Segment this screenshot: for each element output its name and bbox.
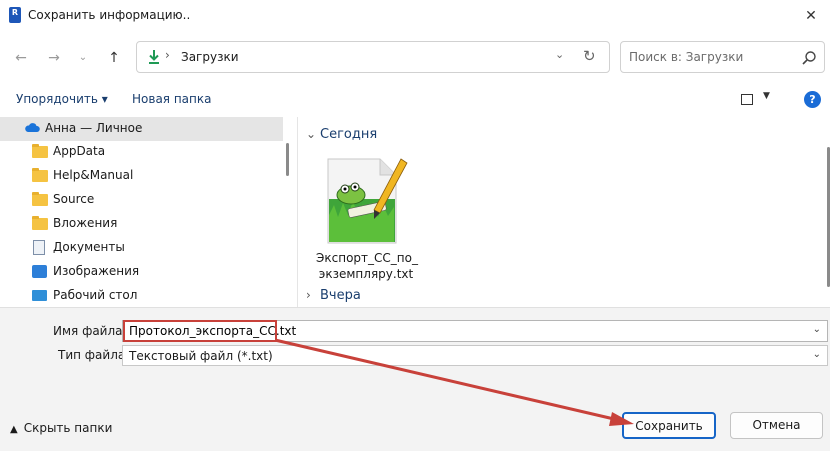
sidebar-item-label: Изображения (53, 264, 140, 278)
app-icon: R (9, 7, 21, 23)
filetype-value: Текстовый файл (*.txt) (129, 349, 273, 363)
back-arrow-icon[interactable]: ← (10, 47, 32, 69)
search-icon (802, 51, 816, 65)
sidebar-item-source[interactable]: Source (0, 188, 283, 212)
notepad-plus-plus-icon (327, 158, 408, 244)
window-title: Сохранить информацию.. (28, 8, 191, 22)
documents-icon (33, 240, 45, 255)
organize-button[interactable]: Упорядочить ▾ (16, 92, 108, 106)
save-options-panel: Имя файла: Протокол_экспорта_CC.txt ⌄ Ти… (0, 307, 830, 451)
command-toolbar: Упорядочить ▾ Новая папка ▼ ? (0, 82, 830, 118)
desktop-icon (32, 290, 47, 301)
file-name-line: Экспорт_CC_по_ (316, 251, 418, 265)
sidebar-item-attachments[interactable]: Вложения (0, 212, 283, 236)
sidebar-item-label: Рабочий стол (53, 288, 138, 302)
chevron-down-icon[interactable]: ⌄ (813, 349, 821, 360)
download-icon (149, 50, 159, 64)
hide-folders-button[interactable]: ▲ Скрыть папки (10, 421, 112, 435)
help-icon[interactable]: ? (804, 91, 821, 108)
chevron-right-icon: › (306, 288, 311, 302)
close-icon[interactable]: ✕ (796, 4, 826, 28)
file-name: Экспорт_CC_по_ экземпляру.txt (316, 250, 418, 282)
address-dropdown-icon[interactable]: ⌄ (555, 48, 564, 61)
up-arrow-icon[interactable]: ↑ (103, 47, 125, 69)
folder-icon (32, 168, 48, 182)
filename-label: Имя файла: (53, 324, 127, 338)
search-input[interactable]: Поиск в: Загрузки (620, 41, 825, 73)
sidebar-item-label: Анна — Личное (45, 121, 143, 135)
address-bar[interactable]: › Загрузки ⌄ ↻ (136, 41, 610, 73)
file-item[interactable]: Экспорт_CC_по_ экземпляру.txt (316, 151, 418, 282)
sidebar-item-pictures[interactable]: Изображения (0, 260, 283, 284)
folder-icon (32, 216, 48, 230)
group-header-label: Сегодня (320, 127, 378, 142)
cancel-button[interactable]: Отмена (730, 412, 823, 439)
cloud-icon (25, 123, 40, 132)
new-folder-button[interactable]: Новая папка (132, 92, 211, 106)
filename-annotation-box (123, 320, 277, 342)
sidebar-item-desktop[interactable]: Рабочий стол (0, 284, 283, 307)
search-placeholder: Поиск в: Загрузки (629, 50, 744, 64)
hide-folders-label: Скрыть папки (23, 421, 113, 435)
filetype-select[interactable]: Текстовый файл (*.txt) ⌄ (122, 345, 828, 366)
breadcrumb-downloads[interactable]: Загрузки (181, 50, 239, 64)
sidebar-item-onedrive[interactable]: Анна — Личное (0, 117, 283, 141)
recent-chevron-icon[interactable]: ⌄ (72, 47, 94, 69)
folder-icon (32, 144, 48, 158)
group-header-label: Вчера (320, 288, 361, 303)
sidebar-item-label: Вложения (53, 216, 118, 230)
refresh-icon[interactable]: ↻ (583, 47, 596, 65)
save-button[interactable]: Сохранить (622, 412, 716, 439)
group-header-yesterday[interactable]: › Вчера (306, 288, 361, 303)
pictures-icon (32, 265, 47, 278)
sidebar-item-label: AppData (53, 144, 106, 158)
navigation-bar: ← → ⌄ ↑ › Загрузки ⌄ ↻ Поиск в: Загрузки (0, 32, 830, 82)
chevron-up-icon: ▲ (10, 424, 18, 435)
sidebar-item-label: Source (53, 192, 95, 206)
breadcrumb-separator-icon: › (165, 48, 170, 62)
sidebar-item-appdata[interactable]: AppData (0, 140, 283, 164)
chevron-down-icon[interactable]: ⌄ (813, 324, 821, 335)
file-list: ⌄ Сегодня Экспорт_CC_по_ экземпляру.txt ›… (298, 117, 830, 307)
file-name-line: экземпляру.txt (318, 267, 414, 281)
title-bar: R Сохранить информацию.. ✕ (0, 0, 830, 32)
view-mode-icon[interactable] (741, 94, 753, 105)
forward-arrow-icon[interactable]: → (43, 47, 65, 69)
sidebar-item-documents[interactable]: Документы (0, 236, 283, 260)
group-header-today[interactable]: ⌄ Сегодня (306, 127, 377, 142)
sidebar-item-label: Документы (53, 240, 125, 254)
view-dropdown-icon[interactable]: ▼ (763, 91, 770, 101)
folder-icon (32, 192, 48, 206)
sidebar-item-label: Help&Manual (53, 168, 134, 182)
navigation-pane: Анна — Личное AppData Help&Manual Source… (0, 117, 283, 307)
sidebar-scrollbar[interactable] (286, 143, 289, 176)
sidebar-item-helpmanual[interactable]: Help&Manual (0, 164, 283, 188)
filetype-label: Тип файла: (58, 348, 130, 362)
chevron-down-icon: ⌄ (306, 127, 317, 141)
